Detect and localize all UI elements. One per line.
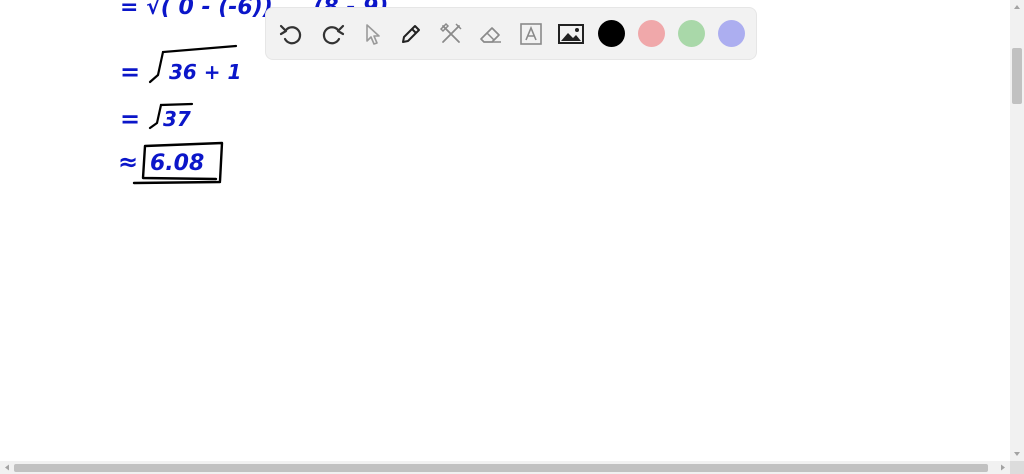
pencil-icon xyxy=(402,25,420,43)
image-tool-button[interactable] xyxy=(556,19,586,49)
work-line-2: = 36 + 1 xyxy=(120,44,241,86)
select-tool-button[interactable] xyxy=(357,19,387,49)
whiteboard-canvas[interactable]: = √( 0 - (-6)) ... (8 - 9) = 36 + 1 = 37… xyxy=(0,0,1010,461)
pen-tool-button[interactable] xyxy=(396,19,426,49)
work-line-3: = 37 xyxy=(120,102,194,133)
cursor-icon xyxy=(366,24,380,45)
horizontal-scrollbar[interactable] xyxy=(0,461,1024,474)
scroll-right-arrow-icon[interactable] xyxy=(996,461,1010,474)
equals-sign: = xyxy=(120,58,140,86)
text-box-icon xyxy=(520,23,542,45)
tools-button[interactable] xyxy=(436,19,466,49)
color-swatch-green[interactable] xyxy=(678,20,705,47)
radicand-text: 37 xyxy=(163,107,191,131)
drawing-toolbar xyxy=(266,8,756,59)
vertical-scroll-thumb[interactable] xyxy=(1012,48,1022,104)
eraser-icon xyxy=(480,27,501,43)
scroll-down-arrow-icon[interactable] xyxy=(1010,447,1024,461)
scroll-left-arrow-icon[interactable] xyxy=(0,461,14,474)
horizontal-scroll-thumb[interactable] xyxy=(14,464,988,472)
handwriting-layer: = √( 0 - (-6)) ... (8 - 9) = 36 + 1 = 37… xyxy=(118,0,388,185)
scrollbar-corner xyxy=(1010,461,1024,474)
undo-icon xyxy=(279,24,302,45)
eraser-tool-button[interactable] xyxy=(476,19,506,49)
tools-icon xyxy=(439,22,462,43)
color-swatch-black[interactable] xyxy=(598,20,625,47)
color-swatch-purple[interactable] xyxy=(718,20,745,47)
color-swatch-pink[interactable] xyxy=(638,20,665,47)
text-tool-button[interactable] xyxy=(516,19,546,49)
equals-sign: = xyxy=(120,105,140,133)
approx-sign: ≈ xyxy=(118,148,138,176)
work-line-4: ≈ 6.08 xyxy=(118,141,224,185)
vertical-scrollbar[interactable] xyxy=(1010,0,1024,461)
scroll-up-arrow-icon[interactable] xyxy=(1010,0,1024,14)
answer-value: 6.08 xyxy=(150,151,204,176)
redo-icon xyxy=(322,24,345,45)
image-icon xyxy=(558,24,584,44)
redo-button[interactable] xyxy=(317,19,347,49)
radicand-text: 36 + 1 xyxy=(169,60,241,84)
undo-button[interactable] xyxy=(277,19,307,49)
